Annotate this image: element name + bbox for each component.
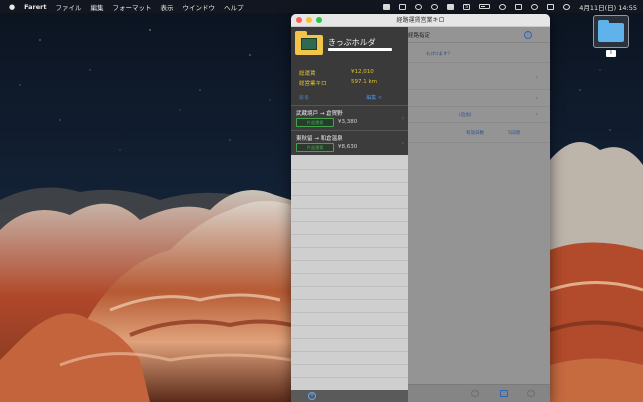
info-icon[interactable]: i	[524, 31, 532, 39]
fare-type-badge: 片道運賃	[296, 143, 334, 152]
fare-type-badge: 片道運賃	[296, 118, 334, 127]
apple-menu-icon[interactable]: ●	[9, 3, 15, 11]
menu-bar: ● Farert ファイル 編集 フォーマット 表示 ウインドウ ヘルプ 5 4…	[0, 0, 643, 13]
desktop-folder-label[interactable]: I	[606, 50, 616, 57]
total-km-value: 597.1 km	[351, 79, 378, 85]
chevron-right-icon: ›	[401, 115, 404, 122]
add-route-label[interactable]: (追加)	[459, 112, 472, 118]
detail-row-add[interactable]: (追加) ›	[408, 107, 550, 123]
window-titlebar[interactable]: 経路運賃営業キロ	[291, 14, 550, 27]
menu-window[interactable]: ウインドウ	[182, 2, 215, 12]
detail-row[interactable]: ›	[408, 90, 550, 107]
settings-icon[interactable]	[527, 390, 535, 397]
search-icon[interactable]	[531, 3, 539, 10]
route-list-item[interactable]: 東秋留 → 和倉温泉 片道運賃 ¥8,630 ›	[291, 130, 408, 155]
clipboard-icon[interactable]	[399, 3, 407, 10]
chevron-right-icon: ›	[535, 95, 538, 102]
sidebar: きっぷホルダ 総運賃 ¥12,010 総営業キロ 597.1 km 戻る 編集 …	[291, 27, 408, 402]
dropbox-icon[interactable]	[383, 3, 391, 10]
detail-row[interactable]: も(わ)ます？	[408, 43, 550, 63]
chevron-right-icon: ›	[535, 74, 538, 81]
menu-edit[interactable]: 編集	[90, 2, 103, 12]
detail-row-text: も(わ)ます？	[426, 52, 453, 57]
empty-list-area	[291, 157, 408, 402]
detail-header: 経路指定 i	[408, 27, 550, 43]
detail-toolbar	[408, 384, 550, 402]
chevron-right-icon: ›	[535, 111, 538, 118]
window-title: 経路運賃営業キロ	[396, 17, 445, 24]
wifi-icon[interactable]	[499, 3, 507, 10]
menu-clock[interactable]: 4月11日(日) 14:55	[579, 2, 637, 12]
app-menu[interactable]: Farert	[24, 3, 46, 11]
folder-icon[interactable]	[500, 390, 508, 397]
desktop-folder[interactable]: I	[593, 15, 629, 58]
sidebar-toolbar: +	[291, 390, 408, 402]
menu-file[interactable]: ファイル	[55, 2, 81, 12]
total-fare-label: 総運賃	[299, 71, 316, 77]
battery-icon[interactable]	[479, 4, 491, 9]
detail-row[interactable]: 有効日数 5日間	[408, 123, 550, 143]
badge-icon[interactable]: 5	[463, 3, 471, 10]
detail-title: 経路指定	[408, 33, 431, 39]
back-link[interactable]: 戻る	[299, 94, 309, 101]
add-icon[interactable]: +	[308, 392, 316, 400]
detail-row[interactable]: ›	[408, 63, 550, 90]
ticket-folder-icon	[295, 31, 323, 56]
menu-help[interactable]: ヘルプ	[224, 2, 244, 12]
chevron-right-icon: ›	[401, 140, 404, 147]
menu-format[interactable]: フォーマット	[112, 2, 151, 12]
refresh-icon[interactable]	[471, 390, 479, 397]
total-fare-row: 総運賃 ¥12,010	[299, 69, 374, 77]
main-window: 経路運賃営業キロ きっぷホルダ 総運賃 ¥12,010 総営業キロ 597.1 …	[291, 14, 550, 402]
siri-icon[interactable]	[563, 3, 571, 10]
display-icon[interactable]	[515, 3, 523, 10]
folder-name: きっぷホルダ	[328, 38, 376, 47]
shield-check-icon[interactable]	[431, 3, 439, 10]
folder-name-underline	[328, 48, 392, 51]
valid-days-value: 5日間	[508, 131, 520, 136]
edit-link[interactable]: 編集 <	[366, 94, 382, 101]
route-name: 東秋留 → 和倉温泉	[296, 136, 343, 142]
folder-header: きっぷホルダ 総運賃 ¥12,010 総営業キロ 597.1 km 戻る 編集 …	[291, 27, 408, 105]
route-price: ¥3,380	[338, 119, 358, 125]
route-price: ¥8,630	[338, 144, 358, 150]
detail-pane: 経路指定 i も(わ)ます？ › › (追加) › 有効日数 5日間	[408, 27, 550, 402]
message-icon[interactable]	[447, 3, 455, 10]
valid-days-label: 有効日数	[466, 131, 484, 136]
menu-view[interactable]: 表示	[160, 2, 173, 12]
control-center-icon[interactable]	[547, 3, 555, 10]
total-fare-value: ¥12,010	[351, 69, 374, 75]
route-list-item[interactable]: 武蔵境戸 → 倉賀野 片道運賃 ¥3,380 ›	[291, 105, 408, 130]
total-km-row: 総営業キロ 597.1 km	[299, 79, 377, 87]
folder-icon	[598, 23, 624, 42]
total-km-label: 総営業キロ	[299, 81, 327, 87]
cloud-icon[interactable]	[415, 3, 423, 10]
route-name: 武蔵境戸 → 倉賀野	[296, 111, 343, 117]
